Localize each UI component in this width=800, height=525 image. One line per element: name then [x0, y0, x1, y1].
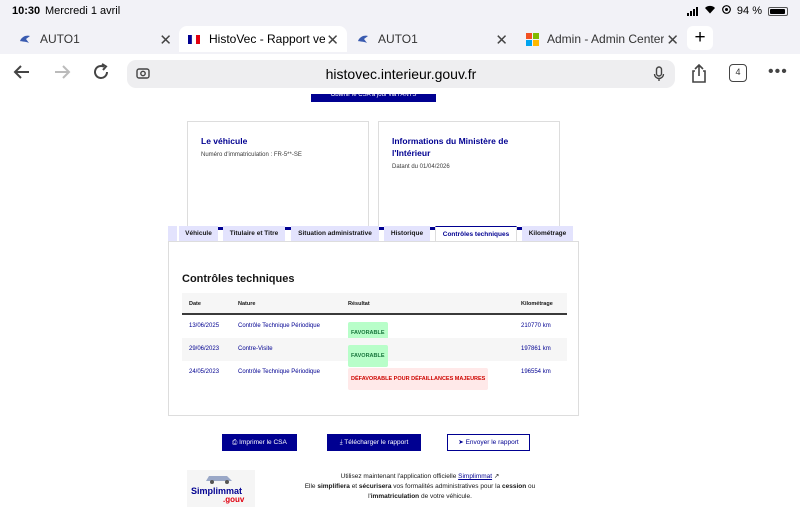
get-csa-button[interactable]: Obtenir le CSA à jour via l'ANTS [311, 94, 436, 102]
row-date: 13/06/2025 [189, 323, 220, 329]
close-tab-icon[interactable]: ✕ [666, 31, 679, 49]
close-tab-icon[interactable]: ✕ [495, 31, 508, 49]
share-icon[interactable] [690, 63, 708, 89]
web-page: Obtenir le CSA à jour via l'ANTS Le véhi… [0, 94, 800, 525]
browser-tab-bar: AUTO1 ✕ HistoVec - Rapport vendeur ✕ AUT… [0, 24, 800, 70]
wifi-icon [704, 5, 716, 17]
tab-auto1-first[interactable]: AUTO1 ✕ [0, 26, 180, 52]
send-icon: ➤ [458, 439, 466, 446]
promo-text: ou [528, 483, 536, 490]
promo-emphasis: cession [502, 483, 527, 490]
row-date: 24/05/2023 [189, 369, 220, 375]
office-favicon-icon [525, 32, 539, 46]
location-icon [722, 5, 731, 17]
simplimmat-logo[interactable]: Simplimmat .gouv [187, 470, 255, 507]
tab-admin-center[interactable]: Admin - Admin Center ✕ [517, 26, 687, 52]
address-bar[interactable]: histovec.interieur.gouv.fr [127, 60, 675, 88]
microphone-icon[interactable] [653, 66, 665, 87]
controles-table: Date Nature Résultat Kilométrage 13/06/2… [182, 293, 567, 390]
forward-arrow-icon[interactable] [52, 62, 72, 88]
download-report-label: Télécharger le rapport [344, 439, 409, 446]
reload-icon[interactable] [91, 62, 111, 88]
row-nature: Contrôle Technique Périodique [238, 369, 320, 375]
tab-situation-administrative[interactable]: Situation administrative [291, 226, 379, 241]
status-indicators: 94 % [686, 5, 788, 17]
row-km: 210770 km [521, 323, 551, 329]
tab-count-button[interactable]: 4 [729, 64, 747, 82]
row-nature: Contrôle Technique Périodique [238, 323, 320, 329]
download-report-button[interactable]: ⤓ Télécharger le rapport [327, 434, 421, 451]
tab-kilometrage[interactable]: Kilométrage [522, 226, 573, 241]
controles-panel: Contrôles techniques Date Nature Résulta… [168, 241, 579, 416]
header-date: Date [189, 301, 201, 307]
tab-histovec[interactable]: HistoVec - Rapport vendeur ✕ [179, 26, 347, 52]
header-nature: Nature [238, 301, 256, 307]
row-km: 197861 km [521, 346, 551, 352]
url-text: histovec.interieur.gouv.fr [325, 66, 477, 82]
row-nature: Contre-Visite [238, 346, 273, 352]
promo-text: vos formalités administratives pour la [393, 483, 501, 490]
external-link-icon: ↗ [493, 473, 500, 480]
tab-title: AUTO1 [378, 32, 418, 46]
panel-title: Contrôles techniques [182, 273, 295, 285]
battery-icon [768, 6, 788, 16]
new-tab-button[interactable]: + [687, 26, 713, 50]
signal-icon [686, 6, 698, 16]
ministry-date: Datant du 01/04/2026 [392, 164, 450, 170]
auto1-favicon-icon [356, 32, 370, 46]
vehicle-card-title: Le véhicule [201, 136, 248, 146]
result-badge: DÉFAVORABLE POUR DÉFAILLANCES MAJEURES [348, 368, 489, 390]
ministry-card-title: Informations du Ministère de l'Intérieur [392, 136, 509, 158]
tab-auto1-second[interactable]: AUTO1 ✕ [348, 26, 516, 52]
promo-emphasis: sécurisera [358, 483, 392, 490]
table-row: 24/05/2023 Contrôle Technique Périodique… [182, 361, 567, 390]
print-csa-button[interactable]: ⎙ Imprimer le CSA [222, 434, 297, 451]
browser-toolbar: histovec.interieur.gouv.fr 4 ••• [0, 54, 800, 94]
promo-text: et [351, 483, 358, 490]
tab-scroll-edge [168, 226, 177, 241]
simplimmat-logo-suffix: .gouv [223, 495, 245, 504]
simplimmat-link[interactable]: Simplimmat [458, 473, 492, 480]
tab-title: HistoVec - Rapport vendeur [209, 32, 325, 46]
row-date: 29/06/2023 [189, 346, 220, 352]
tab-title: Admin - Admin Center [547, 32, 665, 46]
auto1-favicon-icon [18, 32, 32, 46]
back-arrow-icon[interactable] [12, 62, 32, 88]
send-report-button[interactable]: ➤ Envoyer le rapport [447, 434, 530, 451]
header-kilometrage: Kilométrage [521, 301, 553, 307]
vehicle-card: Le véhicule Numéro d'immatriculation : F… [187, 121, 369, 230]
section-tabs: Véhicule Titulaire et Titre Situation ad… [168, 226, 578, 242]
tab-titulaire[interactable]: Titulaire et Titre [223, 226, 285, 241]
promo-emphasis: immatriculation [370, 493, 420, 500]
date: Mercredi 1 avril [45, 5, 121, 17]
ministry-card: Informations du Ministère de l'Intérieur… [378, 121, 560, 230]
battery-percent: 94 % [736, 5, 762, 17]
promo-text: Utilisez maintenant l'application offici… [340, 473, 457, 480]
print-csa-label: Imprimer le CSA [239, 439, 287, 446]
clock: 10:30 [12, 5, 41, 17]
french-flag-icon [187, 32, 201, 46]
status-bar: 10:30 Mercredi 1 avril 94 % [0, 0, 800, 24]
table-row: 29/06/2023 Contre-Visite FAVORABLE 19786… [182, 338, 567, 367]
promo-text: de votre véhicule. [420, 493, 472, 500]
promo-emphasis: simplifiera [317, 483, 350, 490]
simplimmat-promo: Utilisez maintenant l'application offici… [270, 472, 570, 502]
header-resultat: Résultat [348, 301, 370, 307]
table-row: 13/06/2025 Contrôle Technique Périodique… [182, 315, 567, 344]
table-header: Date Nature Résultat Kilométrage [182, 293, 567, 315]
more-options-icon[interactable]: ••• [768, 63, 788, 81]
tab-controles-techniques[interactable]: Contrôles techniques [435, 226, 517, 242]
row-km: 196554 km [521, 369, 551, 375]
plate-number: Numéro d'immatriculation : FR-5**-SE [201, 152, 302, 158]
tab-vehicule[interactable]: Véhicule [179, 226, 218, 241]
car-icon [206, 476, 232, 484]
tab-historique[interactable]: Historique [384, 226, 430, 241]
tab-title: AUTO1 [40, 32, 80, 46]
promo-text: Elle [304, 483, 316, 490]
send-report-label: Envoyer le rapport [465, 439, 519, 446]
close-tab-icon[interactable]: ✕ [326, 31, 339, 49]
close-tab-icon[interactable]: ✕ [159, 31, 172, 49]
